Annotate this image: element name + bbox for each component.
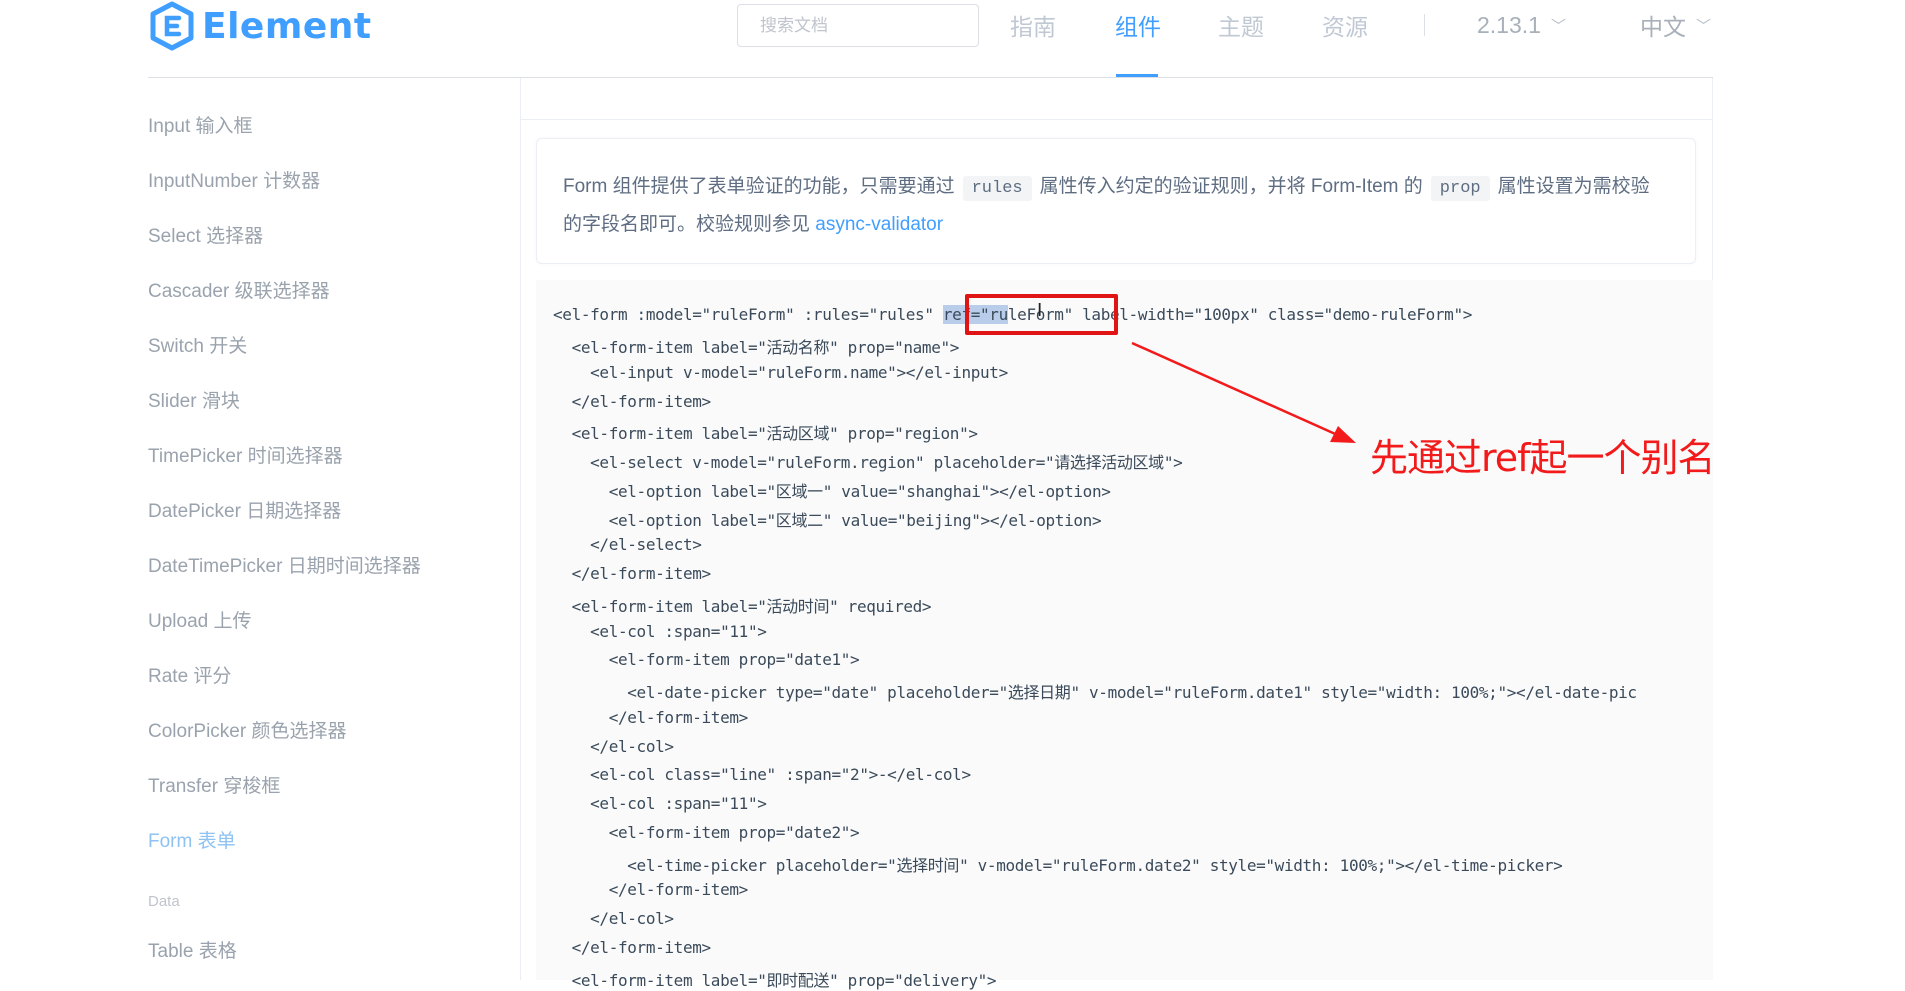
code-line: <el-col :span="11"> — [553, 794, 767, 813]
tip-code-prop: prop — [1430, 176, 1490, 201]
element-logo[interactable]: Element — [148, 0, 372, 52]
sidebar-item-form[interactable]: Form 表单 — [148, 826, 236, 853]
code-line: <el-option label="区域二" value="beijing"><… — [553, 511, 1102, 530]
code-line: </el-form-item> — [553, 938, 712, 957]
version-dropdown[interactable]: 2.13.1 ﹀ — [1477, 0, 1566, 50]
sidebar-item-datepicker[interactable]: DatePicker 日期选择器 — [148, 496, 341, 523]
code-line: <el-option label="区域一" value="shanghai">… — [553, 482, 1111, 501]
code-line: </el-form-item> — [553, 880, 749, 899]
code-line: <el-form-item prop="date1"> — [553, 650, 860, 669]
chevron-down-icon: ﹀ — [1696, 17, 1712, 35]
sidebar-item-timepicker[interactable]: TimePicker 时间选择器 — [148, 441, 343, 468]
code-line: <el-date-picker type="date" placeholder=… — [553, 683, 1637, 702]
tip-text-1: Form 组件提供了表单验证的功能，只需要通过 — [563, 176, 955, 197]
code-line: <el-input v-model="ruleForm.name"></el-i… — [553, 363, 1008, 382]
code-line: </el-form-item> — [553, 392, 712, 411]
code-line: <el-form-item prop="date2"> — [553, 823, 860, 842]
sidebar-item-input[interactable]: Input 输入框 — [148, 111, 253, 138]
tip-text-2: 属性传入约定的验证规则，并将 Form-Item 的 — [1039, 176, 1423, 197]
search-input[interactable] — [758, 14, 958, 37]
demo-block-bottom — [520, 78, 1713, 120]
logo-text: Element — [202, 5, 372, 47]
top-header: Element 指南 组件 主题 资源 2.13.1 ﹀ 中文 ﹀ — [0, 0, 1905, 78]
sidebar-item-rate[interactable]: Rate 评分 — [148, 661, 231, 688]
sidebar-item-slider[interactable]: Slider 滑块 — [148, 386, 240, 413]
code-line: </el-select> — [553, 535, 702, 554]
search-box[interactable] — [737, 4, 979, 47]
sidebar-item-select[interactable]: Select 选择器 — [148, 221, 263, 248]
language-dropdown[interactable]: 中文 ﹀ — [1640, 0, 1711, 50]
code-line: <el-select v-model="ruleForm.region" pla… — [553, 453, 1183, 472]
element-logo-icon — [150, 1, 194, 51]
code-line: <el-form-item label="活动时间" required> — [553, 597, 932, 616]
code-line: <el-col :span="11"> — [553, 622, 767, 641]
sidebar-item-cascader[interactable]: Cascader 级联选择器 — [148, 276, 330, 303]
nav-theme[interactable]: 主题 — [1218, 0, 1264, 50]
tip-text-4: 的字段名即可。校验规则参见 — [563, 214, 811, 235]
tip-code-rules: rules — [962, 176, 1032, 201]
code-line: </el-col> — [553, 909, 674, 928]
sidebar-item-table[interactable]: Table 表格 — [148, 936, 237, 963]
text-cursor-icon: I — [1037, 300, 1043, 321]
sidebar-item-switch[interactable]: Switch 开关 — [148, 331, 247, 358]
nav-components[interactable]: 组件 — [1115, 0, 1161, 50]
nav-divider — [1424, 14, 1425, 36]
sidebar-item-transfer[interactable]: Transfer 穿梭框 — [148, 771, 280, 798]
sidebar-item-upload[interactable]: Upload 上传 — [148, 606, 252, 633]
code-line: <el-form-item label="活动区域" prop="region"… — [553, 424, 978, 443]
language-label: 中文 — [1640, 14, 1686, 40]
code-line: </el-col> — [553, 737, 674, 756]
code-line: </el-form-item> — [553, 564, 712, 583]
code-line: <el-col class="line" :span="2">-</el-col… — [553, 765, 971, 784]
sidebar-item-colorpicker[interactable]: ColorPicker 颜色选择器 — [148, 716, 346, 743]
async-validator-link[interactable]: async-validator — [815, 214, 943, 235]
code-line: <el-time-picker placeholder="选择时间" v-mod… — [553, 856, 1563, 875]
tip-text-3: 属性设置为需校验 — [1497, 176, 1650, 197]
nav-guide[interactable]: 指南 — [1010, 0, 1056, 50]
sidebar-group-label: Data — [148, 893, 180, 910]
code-line: <el-form-item label="即时配送" prop="deliver… — [553, 971, 997, 990]
form-validation-tip: Form 组件提供了表单验证的功能，只需要通过 rules 属性传入约定的验证规则，… — [536, 138, 1696, 264]
sidebar-item-inputnumber[interactable]: InputNumber 计数器 — [148, 166, 320, 193]
annotation-text: 先通过ref起一个别名 — [1370, 436, 1716, 480]
code-line-1-before: <el-form :model="ruleForm" :rules="rules… — [553, 305, 943, 324]
chevron-down-icon: ﹀ — [1550, 17, 1566, 35]
version-label: 2.13.1 — [1477, 11, 1541, 38]
code-line: </el-form-item> — [553, 708, 749, 727]
sidebar-item-datetimepicker[interactable]: DateTimePicker 日期时间选择器 — [148, 551, 421, 578]
nav-resources[interactable]: 资源 — [1322, 0, 1368, 50]
code-line: <el-form-item label="活动名称" prop="name"> — [553, 338, 960, 357]
